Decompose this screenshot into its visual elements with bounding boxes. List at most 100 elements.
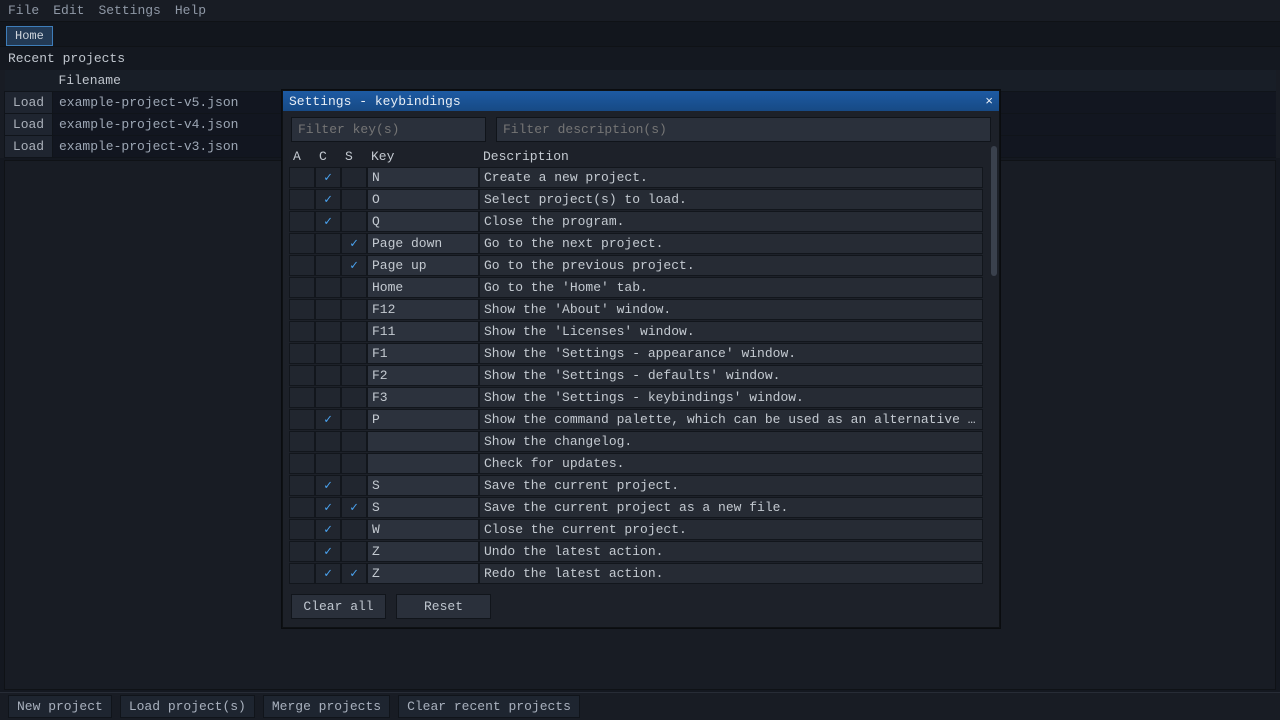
alt-checkbox[interactable] (289, 475, 315, 496)
ctrl-checkbox[interactable] (315, 299, 341, 320)
keybinding-row[interactable]: NCreate a new project. (289, 167, 983, 188)
alt-checkbox[interactable] (289, 211, 315, 232)
key-cell[interactable]: Page down (367, 233, 479, 254)
menu-settings[interactable]: Settings (98, 3, 160, 18)
footer-load-projects[interactable]: Load project(s) (120, 695, 255, 718)
shift-checkbox[interactable] (341, 519, 367, 540)
alt-checkbox[interactable] (289, 431, 315, 452)
keybinding-row[interactable]: OSelect project(s) to load. (289, 189, 983, 210)
alt-checkbox[interactable] (289, 519, 315, 540)
alt-checkbox[interactable] (289, 453, 315, 474)
alt-checkbox[interactable] (289, 541, 315, 562)
ctrl-checkbox[interactable] (315, 343, 341, 364)
ctrl-checkbox[interactable] (315, 563, 341, 584)
recent-load-button[interactable]: Load (5, 136, 53, 158)
keybinding-row[interactable]: Page downGo to the next project. (289, 233, 983, 254)
key-cell[interactable]: F1 (367, 343, 479, 364)
key-cell[interactable]: F2 (367, 365, 479, 386)
shift-checkbox[interactable] (341, 387, 367, 408)
shift-checkbox[interactable] (341, 365, 367, 386)
key-cell[interactable]: F3 (367, 387, 479, 408)
keybinding-row[interactable]: HomeGo to the 'Home' tab. (289, 277, 983, 298)
key-cell[interactable]: F12 (367, 299, 479, 320)
ctrl-checkbox[interactable] (315, 233, 341, 254)
key-cell[interactable]: Z (367, 563, 479, 584)
key-cell[interactable]: W (367, 519, 479, 540)
alt-checkbox[interactable] (289, 255, 315, 276)
alt-checkbox[interactable] (289, 277, 315, 298)
recent-load-button[interactable]: Load (5, 114, 53, 136)
menu-edit[interactable]: Edit (53, 3, 84, 18)
alt-checkbox[interactable] (289, 409, 315, 430)
keybinding-row[interactable]: Page upGo to the previous project. (289, 255, 983, 276)
shift-checkbox[interactable] (341, 563, 367, 584)
ctrl-checkbox[interactable] (315, 321, 341, 342)
keybinding-row[interactable]: F12Show the 'About' window. (289, 299, 983, 320)
shift-checkbox[interactable] (341, 409, 367, 430)
ctrl-checkbox[interactable] (315, 255, 341, 276)
keybinding-row[interactable]: PShow the command palette, which can be … (289, 409, 983, 430)
alt-checkbox[interactable] (289, 233, 315, 254)
shift-checkbox[interactable] (341, 431, 367, 452)
keybinding-row[interactable]: Show the changelog. (289, 431, 983, 452)
ctrl-checkbox[interactable] (315, 409, 341, 430)
alt-checkbox[interactable] (289, 343, 315, 364)
key-cell[interactable]: O (367, 189, 479, 210)
keybinding-row[interactable]: F2Show the 'Settings - defaults' window. (289, 365, 983, 386)
key-cell[interactable]: F11 (367, 321, 479, 342)
key-cell[interactable]: S (367, 497, 479, 518)
shift-checkbox[interactable] (341, 343, 367, 364)
ctrl-checkbox[interactable] (315, 519, 341, 540)
filter-key-input[interactable] (291, 117, 486, 142)
shift-checkbox[interactable] (341, 189, 367, 210)
shift-checkbox[interactable] (341, 541, 367, 562)
key-cell[interactable]: Q (367, 211, 479, 232)
alt-checkbox[interactable] (289, 167, 315, 188)
modal-titlebar[interactable]: Settings - keybindings × (283, 91, 999, 111)
ctrl-checkbox[interactable] (315, 167, 341, 188)
tab-home[interactable]: Home (6, 26, 53, 46)
recent-load-button[interactable]: Load (5, 92, 53, 114)
key-cell[interactable] (367, 431, 479, 452)
reset-button[interactable]: Reset (396, 594, 491, 619)
key-cell[interactable]: S (367, 475, 479, 496)
menu-help[interactable]: Help (175, 3, 206, 18)
shift-checkbox[interactable] (341, 233, 367, 254)
footer-clear-recent[interactable]: Clear recent projects (398, 695, 580, 718)
ctrl-checkbox[interactable] (315, 541, 341, 562)
ctrl-checkbox[interactable] (315, 365, 341, 386)
menu-file[interactable]: File (8, 3, 39, 18)
keybinding-row[interactable]: SSave the current project. (289, 475, 983, 496)
ctrl-checkbox[interactable] (315, 497, 341, 518)
shift-checkbox[interactable] (341, 299, 367, 320)
key-cell[interactable]: Home (367, 277, 479, 298)
keybinding-row[interactable]: F11Show the 'Licenses' window. (289, 321, 983, 342)
keybinding-row[interactable]: ZRedo the latest action. (289, 563, 983, 584)
ctrl-checkbox[interactable] (315, 431, 341, 452)
keybinding-row[interactable]: WClose the current project. (289, 519, 983, 540)
alt-checkbox[interactable] (289, 497, 315, 518)
clear-all-button[interactable]: Clear all (291, 594, 386, 619)
shift-checkbox[interactable] (341, 211, 367, 232)
ctrl-checkbox[interactable] (315, 211, 341, 232)
close-icon[interactable]: × (985, 94, 993, 109)
scrollbar-thumb[interactable] (991, 146, 997, 276)
alt-checkbox[interactable] (289, 563, 315, 584)
alt-checkbox[interactable] (289, 321, 315, 342)
shift-checkbox[interactable] (341, 321, 367, 342)
shift-checkbox[interactable] (341, 453, 367, 474)
shift-checkbox[interactable] (341, 167, 367, 188)
key-cell[interactable]: P (367, 409, 479, 430)
shift-checkbox[interactable] (341, 475, 367, 496)
keybinding-row[interactable]: SSave the current project as a new file. (289, 497, 983, 518)
footer-merge-projects[interactable]: Merge projects (263, 695, 390, 718)
alt-checkbox[interactable] (289, 299, 315, 320)
shift-checkbox[interactable] (341, 277, 367, 298)
keybinding-row[interactable]: F1Show the 'Settings - appearance' windo… (289, 343, 983, 364)
ctrl-checkbox[interactable] (315, 277, 341, 298)
ctrl-checkbox[interactable] (315, 453, 341, 474)
alt-checkbox[interactable] (289, 387, 315, 408)
keybinding-row[interactable]: ZUndo the latest action. (289, 541, 983, 562)
alt-checkbox[interactable] (289, 365, 315, 386)
footer-new-project[interactable]: New project (8, 695, 112, 718)
